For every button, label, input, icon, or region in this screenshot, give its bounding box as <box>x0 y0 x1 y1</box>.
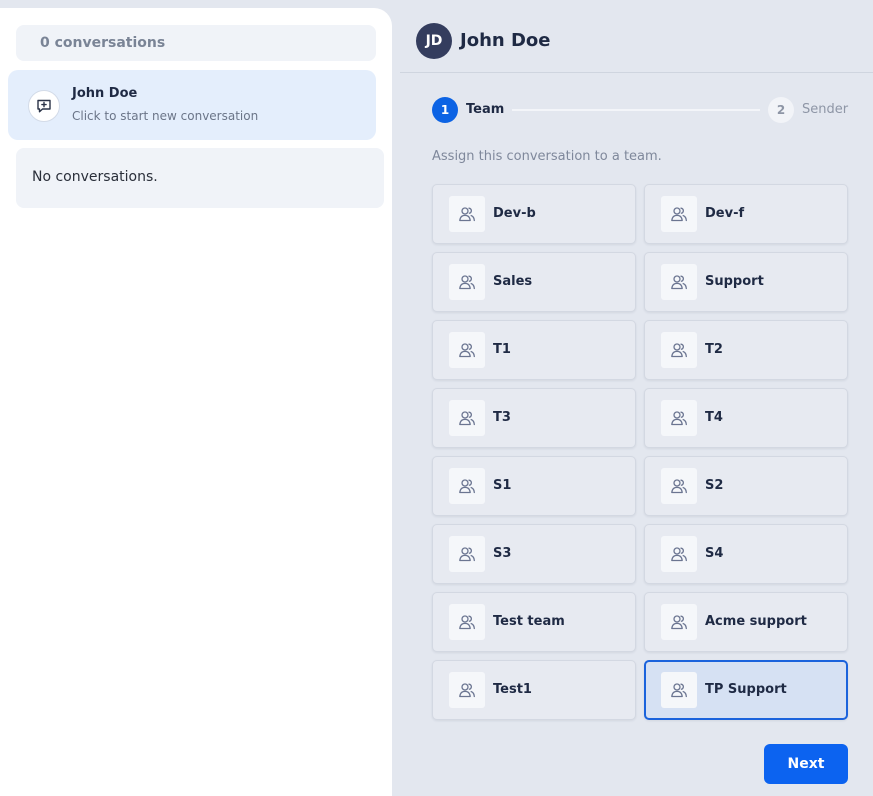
step-label: Team <box>466 102 505 117</box>
users-icon <box>661 536 697 572</box>
team-option[interactable]: Test1 <box>432 660 636 720</box>
team-option[interactable]: Acme support <box>644 592 848 652</box>
avatar: JD <box>416 23 452 59</box>
team-option[interactable]: Sales <box>432 252 636 312</box>
users-icon <box>449 536 485 572</box>
users-icon <box>661 264 697 300</box>
team-name: Test1 <box>493 682 532 697</box>
team-option[interactable]: T1 <box>432 320 636 380</box>
team-option[interactable]: TP Support <box>644 660 848 720</box>
stepper: 1 Team 2 Sender <box>432 97 848 123</box>
team-name: S2 <box>705 478 724 493</box>
users-icon <box>661 196 697 232</box>
conversation-sidebar: 0 conversations John Doe Click to start … <box>0 8 392 796</box>
team-option[interactable]: T3 <box>432 388 636 448</box>
users-icon <box>661 604 697 640</box>
start-new-conversation-card[interactable]: John Doe Click to start new conversation <box>8 70 376 140</box>
users-icon <box>661 468 697 504</box>
assign-panel: JD John Doe 1 Team 2 Sender Assign this … <box>392 0 873 796</box>
chat-add-icon <box>28 90 60 122</box>
team-option[interactable]: T2 <box>644 320 848 380</box>
team-name: Sales <box>493 274 533 289</box>
team-option[interactable]: Test team <box>432 592 636 652</box>
team-name: S4 <box>705 546 724 561</box>
team-name: T3 <box>493 410 511 425</box>
assign-prompt: Assign this conversation to a team. <box>432 149 662 164</box>
users-icon <box>449 196 485 232</box>
users-icon <box>661 672 697 708</box>
team-name: T2 <box>705 342 723 357</box>
team-name: S3 <box>493 546 512 561</box>
header-contact-name: John Doe <box>460 30 551 51</box>
team-option[interactable]: Dev-b <box>432 184 636 244</box>
users-icon <box>661 332 697 368</box>
team-option[interactable]: S2 <box>644 456 848 516</box>
contact-name: John Doe <box>72 86 138 101</box>
team-name: Test team <box>493 614 565 629</box>
team-name: T4 <box>705 410 723 425</box>
contact-header: JD John Doe <box>400 0 873 73</box>
team-name: TP Support <box>705 682 787 697</box>
team-name: T1 <box>493 342 511 357</box>
team-name: Dev-b <box>493 206 536 221</box>
users-icon <box>661 400 697 436</box>
team-name: Dev-f <box>705 206 745 221</box>
team-name: Acme support <box>705 614 807 629</box>
step-number: 1 <box>432 97 458 123</box>
team-option[interactable]: T4 <box>644 388 848 448</box>
users-icon <box>449 468 485 504</box>
team-list: Dev-b Dev-f Sales Support T1 T2 T3 T4 S1 S2 S3 S4 Te… <box>432 184 848 720</box>
team-name: S1 <box>493 478 512 493</box>
team-option[interactable]: S4 <box>644 524 848 584</box>
next-button[interactable]: Next <box>764 744 848 784</box>
users-icon <box>449 672 485 708</box>
step-label: Sender <box>802 102 849 117</box>
conversation-count: 0 conversations <box>16 25 376 61</box>
team-option[interactable]: S1 <box>432 456 636 516</box>
team-option[interactable]: Support <box>644 252 848 312</box>
users-icon <box>449 604 485 640</box>
team-option[interactable]: S3 <box>432 524 636 584</box>
contact-subtitle: Click to start new conversation <box>72 109 259 123</box>
team-name: Support <box>705 274 764 289</box>
step-number: 2 <box>768 97 794 123</box>
team-option[interactable]: Dev-f <box>644 184 848 244</box>
empty-conversations-message: No conversations. <box>16 148 384 208</box>
users-icon <box>449 332 485 368</box>
users-icon <box>449 400 485 436</box>
stepper-connector <box>512 109 760 111</box>
users-icon <box>449 264 485 300</box>
